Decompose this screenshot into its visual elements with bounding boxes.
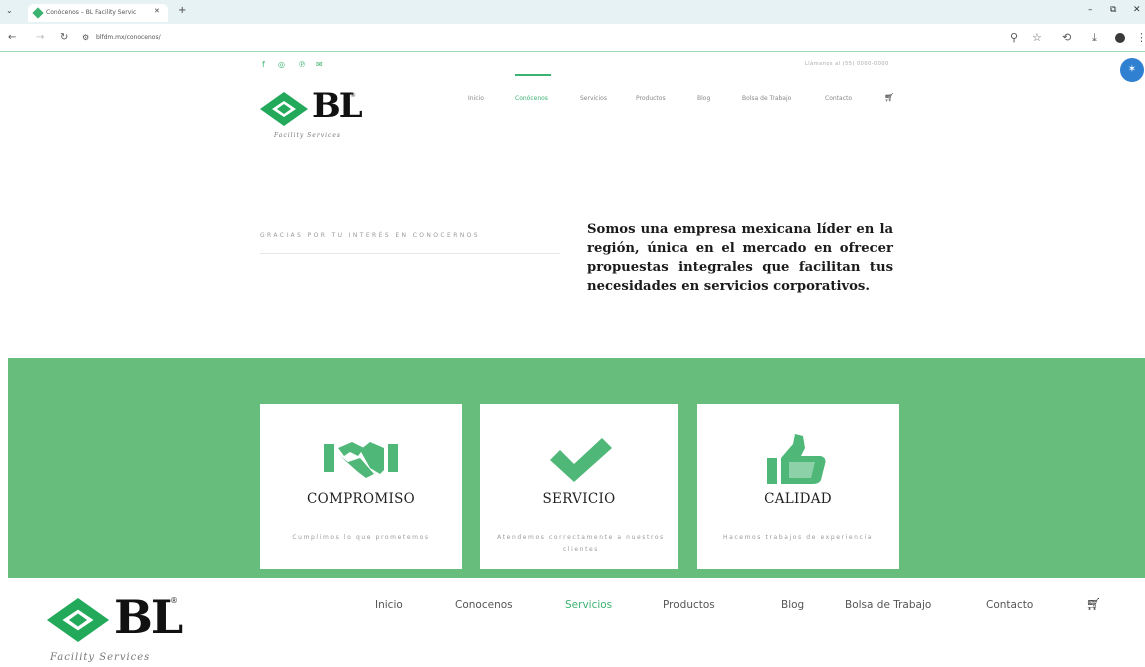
restore-icon[interactable]: ⧉ bbox=[1110, 5, 1116, 15]
nav-active-indicator bbox=[515, 74, 551, 76]
checkmark-icon bbox=[550, 438, 612, 482]
nav-contacto[interactable]: Contacto bbox=[986, 599, 1033, 611]
header-logo[interactable]: BL ® Facility Services bbox=[256, 86, 366, 145]
nav-inicio[interactable]: Inicio bbox=[375, 599, 403, 611]
contact-phone-text: Llámanos al (55) 0000-0000 bbox=[805, 61, 889, 67]
top-nav-blog[interactable]: Blog bbox=[697, 95, 710, 102]
download-icon[interactable]: ⤓ bbox=[1092, 31, 1097, 45]
zoom-icon[interactable]: ⚲ bbox=[1010, 31, 1018, 44]
nav-bolsa-de-trabajo[interactable]: Bolsa de Trabajo bbox=[845, 599, 931, 611]
url-field[interactable]: blfdm.mx/conocenos/ bbox=[96, 34, 161, 41]
logo-diamond-icon bbox=[46, 598, 110, 642]
bookmark-star-icon[interactable]: ☆ bbox=[1032, 31, 1042, 44]
nav-blog[interactable]: Blog bbox=[781, 599, 804, 611]
tab-title: Conócenos – BL Facility Servic bbox=[46, 9, 137, 16]
menu-kebab-icon[interactable]: ⋮ bbox=[1136, 31, 1145, 44]
extensions-icon[interactable]: ⟲ bbox=[1062, 31, 1071, 44]
facebook-icon[interactable]: f bbox=[262, 60, 265, 69]
logo-registered: ® bbox=[350, 92, 356, 99]
value-card-calidad: CALIDAD Hacemos trabajos de experiencia bbox=[697, 404, 899, 569]
card-title: CALIDAD bbox=[764, 491, 832, 507]
close-window-icon[interactable]: ✕ bbox=[1133, 5, 1141, 15]
tab-search-icon[interactable]: ⌄ bbox=[6, 6, 13, 15]
browser-tab[interactable]: Conócenos – BL Facility Servic bbox=[28, 4, 168, 22]
top-nav-productos[interactable]: Productos bbox=[636, 95, 666, 102]
logo-tagline: Facility Services bbox=[50, 652, 151, 663]
value-card-compromiso: COMPROMISO Cumplimos lo que prometemos bbox=[260, 404, 462, 569]
top-nav-conocenos[interactable]: Conócenos bbox=[515, 95, 548, 102]
card-description: Atendemos correctamente a nuestros clien… bbox=[497, 534, 665, 553]
screen: ⌄ Conócenos – BL Facility Servic ✕ + – ⧉… bbox=[0, 0, 1145, 667]
site-info-icon[interactable]: ⚙ bbox=[82, 33, 89, 42]
back-icon[interactable]: ← bbox=[8, 32, 16, 43]
intro-divider bbox=[260, 253, 560, 254]
thumbs-up-icon bbox=[767, 434, 826, 484]
sticky-header: BL ® Facility Services Inicio Conocenos … bbox=[0, 578, 1145, 667]
browser-tab-bar: ⌄ Conócenos – BL Facility Servic ✕ + – ⧉… bbox=[0, 0, 1145, 24]
profile-avatar[interactable] bbox=[1115, 33, 1125, 43]
card-description: Hacemos trabajos de experiencia bbox=[723, 534, 873, 541]
nav-servicios[interactable]: Servicios bbox=[565, 599, 612, 611]
top-nav-contacto[interactable]: Contacto bbox=[825, 95, 852, 102]
instagram-icon[interactable]: ◎ bbox=[278, 60, 285, 69]
favicon-icon bbox=[32, 7, 44, 19]
card-description: Cumplimos lo que prometemos bbox=[292, 534, 430, 541]
nav-productos[interactable]: Productos bbox=[663, 599, 715, 611]
handshake-icon bbox=[324, 442, 398, 478]
logo-registered: ® bbox=[170, 596, 178, 605]
card-title: SERVICIO bbox=[542, 491, 616, 507]
card-title: COMPROMISO bbox=[306, 491, 415, 507]
reload-icon[interactable]: ↻ bbox=[60, 32, 68, 43]
tab-close-icon[interactable]: ✕ bbox=[154, 7, 160, 15]
email-icon[interactable]: ✉ bbox=[316, 60, 323, 69]
cart-icon[interactable]: 🛒︎ bbox=[1086, 597, 1101, 611]
top-nav-servicios[interactable]: Servicios bbox=[580, 95, 607, 102]
logo-tagline: Facility Services bbox=[274, 132, 341, 139]
minimize-icon[interactable]: – bbox=[1088, 5, 1093, 15]
intro-heading: GRACIAS POR TU INTERÉS EN CONOCERNOS bbox=[260, 232, 481, 239]
value-card-servicio: SERVICIO Atendemos correctamente a nuest… bbox=[480, 404, 678, 569]
top-cart-icon[interactable]: 🛒︎ bbox=[884, 93, 894, 102]
pinterest-icon[interactable]: ℗ bbox=[298, 60, 306, 69]
top-nav-inicio[interactable]: Inicio bbox=[468, 95, 484, 102]
top-nav-bolsa-de-trabajo[interactable]: Bolsa de Trabajo bbox=[742, 95, 791, 102]
nav-conocenos[interactable]: Conocenos bbox=[455, 599, 513, 611]
logo-diamond-icon bbox=[260, 92, 308, 126]
sticky-logo[interactable]: BL ® Facility Services bbox=[46, 590, 186, 666]
intro-text: Somos una empresa mexicana líder en la r… bbox=[587, 222, 893, 294]
new-tab-icon[interactable]: + bbox=[178, 5, 186, 16]
floating-assistant-icon[interactable]: ✶ bbox=[1120, 58, 1144, 82]
address-bar: ← → ↻ ⚙ blfdm.mx/conocenos/ ⚲ ☆ ⟲ ⤓ ⋮ bbox=[0, 24, 1145, 52]
forward-icon[interactable]: → bbox=[36, 32, 44, 43]
